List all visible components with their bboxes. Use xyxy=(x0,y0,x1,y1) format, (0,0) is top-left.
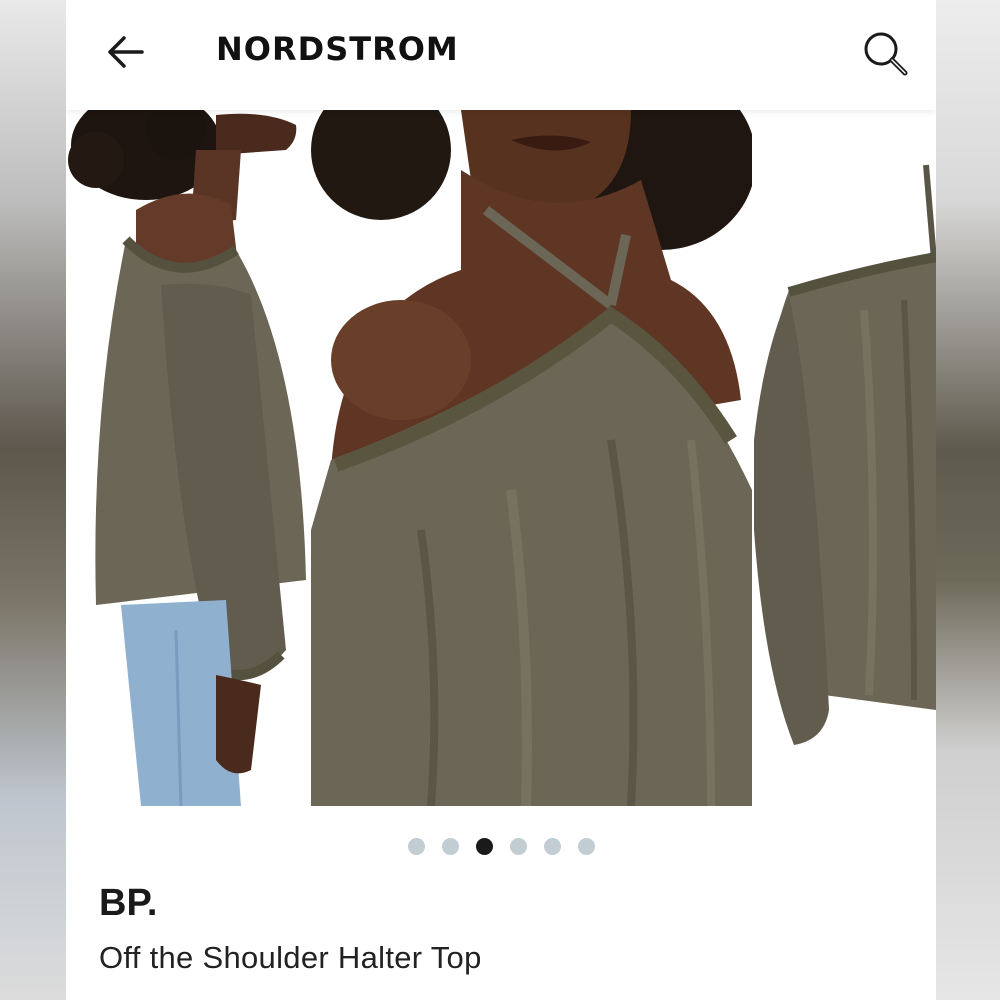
product-image-side[interactable] xyxy=(66,110,310,806)
background-blur-left xyxy=(0,0,66,1000)
product-image-flat[interactable] xyxy=(754,110,936,806)
carousel-dot[interactable] xyxy=(407,838,425,855)
product-image-carousel[interactable] xyxy=(66,110,936,806)
brand-logo[interactable]: NORDSTROM xyxy=(216,30,459,68)
carousel-dot[interactable] xyxy=(509,838,527,855)
carousel-dot[interactable] xyxy=(441,838,459,855)
arrow-left-icon xyxy=(108,36,144,68)
carousel-pagination xyxy=(66,838,936,860)
app-screen: NORDSTROM BP. Off the Shoulder Halter To… xyxy=(66,0,936,1000)
back-button[interactable] xyxy=(96,30,156,74)
product-image-closeup[interactable] xyxy=(311,110,752,806)
search-icon xyxy=(864,32,908,76)
background-blur-right xyxy=(934,0,1000,1000)
top-bar: NORDSTROM xyxy=(66,0,936,110)
product-brand[interactable]: BP. xyxy=(99,882,157,925)
product-title: Off the Shoulder Halter Top xyxy=(99,940,482,975)
carousel-dot[interactable] xyxy=(577,838,595,855)
carousel-dot-active[interactable] xyxy=(475,838,493,855)
search-button[interactable] xyxy=(858,26,914,82)
carousel-dot[interactable] xyxy=(543,838,561,855)
